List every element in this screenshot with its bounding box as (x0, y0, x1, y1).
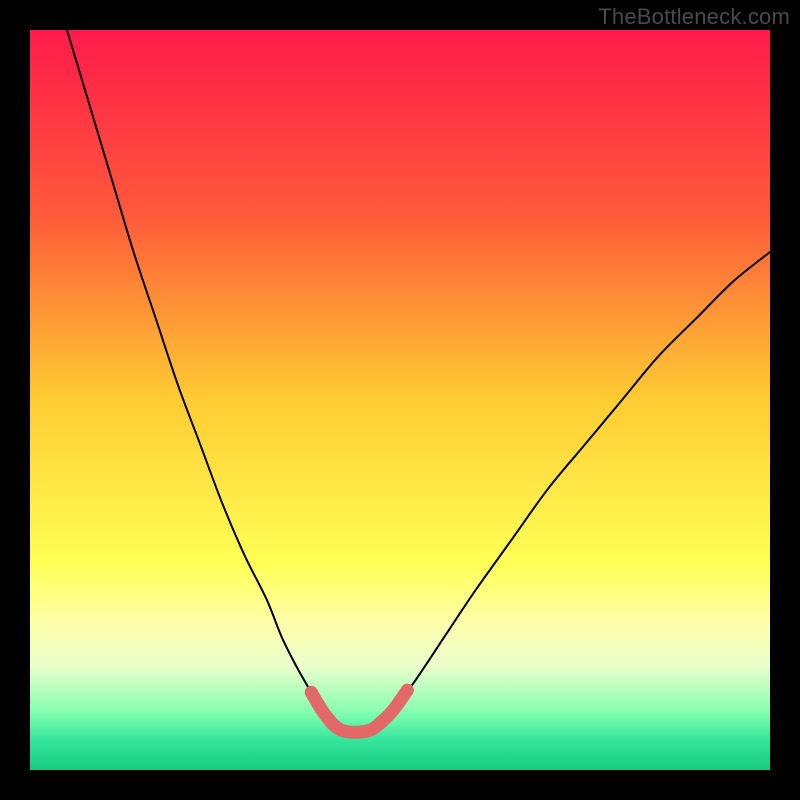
plot-area (30, 30, 770, 770)
chart-frame: TheBottleneck.com (0, 0, 800, 800)
watermark-text: TheBottleneck.com (598, 4, 790, 30)
plot-svg (30, 30, 770, 770)
gradient-background (30, 30, 770, 770)
